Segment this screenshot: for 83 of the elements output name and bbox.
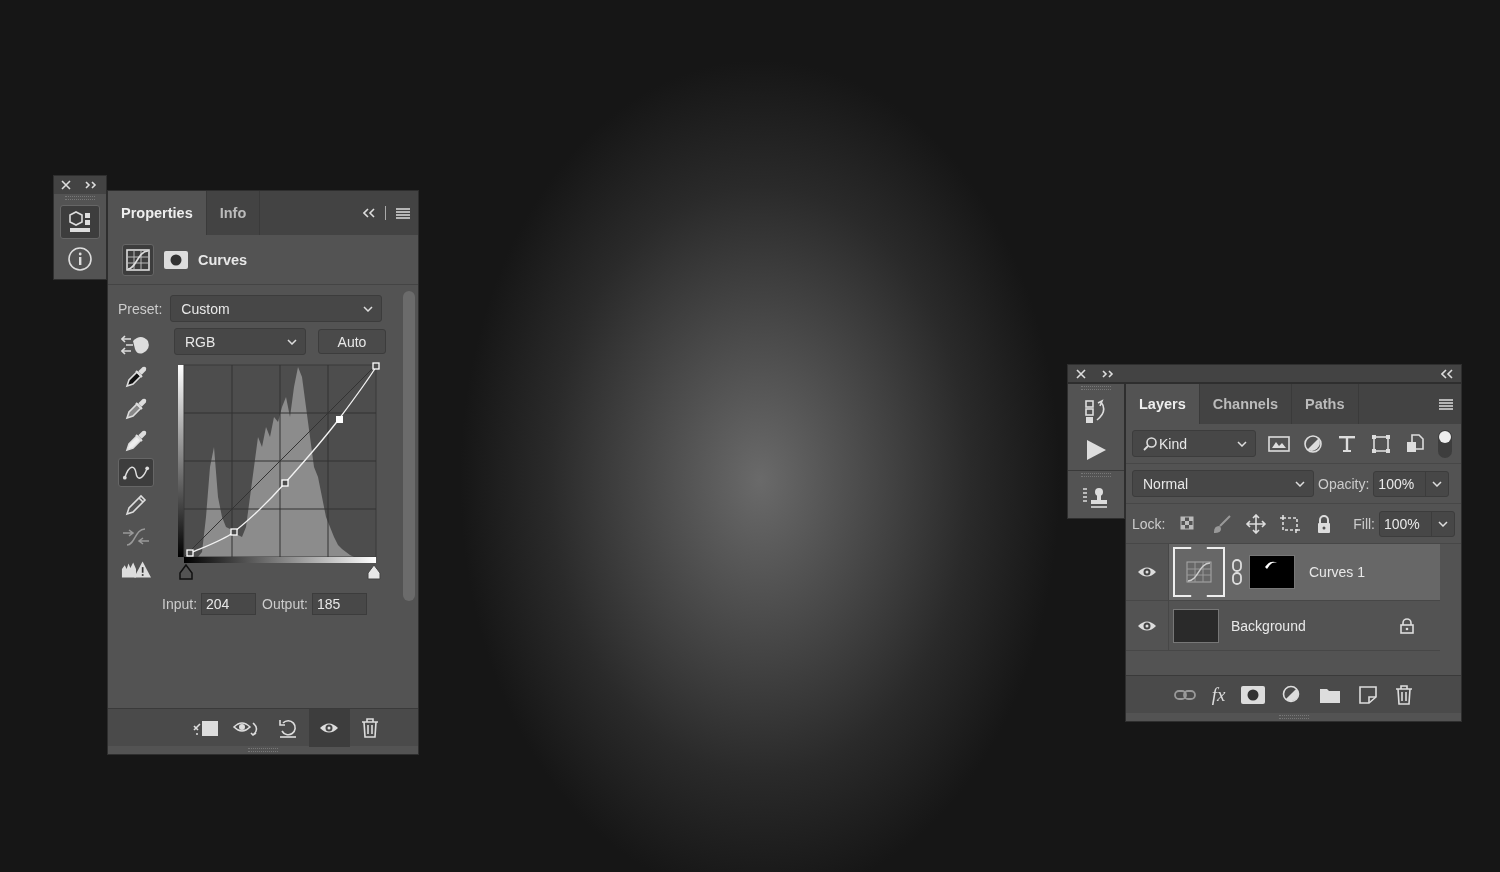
adjustment-icon[interactable] <box>1302 433 1324 454</box>
trash-icon[interactable] <box>1395 684 1414 705</box>
input-field[interactable]: 204 <box>201 593 257 615</box>
fill-field[interactable]: 100% <box>1379 510 1455 537</box>
opacity-field[interactable]: 100% <box>1373 470 1450 497</box>
pencil-icon[interactable] <box>124 492 148 517</box>
curves-adjustment-icon <box>1186 561 1212 583</box>
link-icon[interactable] <box>1173 688 1196 701</box>
input-slider-thumb[interactable] <box>179 563 193 580</box>
input-slider-thumb[interactable] <box>367 564 381 580</box>
footer-button[interactable] <box>308 709 350 747</box>
control-point[interactable] <box>281 479 289 487</box>
panel-tab[interactable]: Paths <box>1292 384 1359 424</box>
preset-label: Preset: <box>118 300 163 317</box>
layer-name: Curves 1 <box>1309 564 1366 580</box>
eyedropper-icon[interactable] <box>124 364 148 389</box>
close-icon[interactable] <box>1076 368 1086 379</box>
panel-title: Curves <box>198 251 248 268</box>
auto-button[interactable]: Auto <box>318 329 386 354</box>
shape-icon[interactable] <box>1370 433 1392 454</box>
caret-icon <box>287 338 297 345</box>
panel-tab[interactable]: Properties <box>108 191 207 235</box>
channel-dropdown[interactable]: RGB <box>174 328 306 355</box>
lock-icon[interactable] <box>1400 617 1414 634</box>
double-chevron-icon[interactable] <box>85 181 97 189</box>
dock-button[interactable] <box>60 205 100 239</box>
panel-tab[interactable]: Info <box>206 191 261 235</box>
panel-tab[interactable]: Layers <box>1126 384 1200 424</box>
smart-object-icon[interactable] <box>1404 433 1426 454</box>
input-label: Input: <box>162 596 198 612</box>
input-slider-track[interactable] <box>179 557 381 580</box>
stamp-icon[interactable] <box>1082 486 1110 510</box>
eye-icon[interactable] <box>319 721 339 735</box>
image-icon[interactable] <box>1268 433 1290 454</box>
panel-tab[interactable]: Channels <box>1199 384 1293 424</box>
blend-mode-dropdown[interactable]: Normal <box>1132 470 1314 497</box>
properties-icon[interactable] <box>67 209 93 235</box>
caret-icon <box>363 305 374 312</box>
caret-icon <box>1237 440 1247 447</box>
eye-icon[interactable] <box>1137 565 1157 579</box>
double-chevron-icon[interactable] <box>1102 369 1114 378</box>
filter-toggle[interactable] <box>1438 429 1452 458</box>
layer-row[interactable]: Background <box>1126 601 1440 651</box>
layer-name: Background <box>1231 617 1306 634</box>
mask-thumbnail[interactable] <box>1249 555 1295 589</box>
control-point[interactable] <box>230 528 238 536</box>
opacity-label: Opacity: <box>1318 475 1370 492</box>
trash-icon[interactable] <box>361 718 379 738</box>
fill-label: Fill: <box>1353 515 1375 532</box>
menu-icon[interactable] <box>1439 398 1453 410</box>
filter-dropdown[interactable]: Kind <box>1132 430 1256 457</box>
mask-icon[interactable] <box>164 250 188 269</box>
scrollbar[interactable] <box>403 291 415 601</box>
caret-icon <box>1295 480 1305 487</box>
output-field[interactable]: 185 <box>311 593 367 615</box>
mask-icon[interactable] <box>1241 685 1266 704</box>
control-point[interactable] <box>372 362 380 370</box>
preset-dropdown[interactable]: Custom <box>170 295 383 322</box>
fx-button[interactable]: fx <box>1211 683 1226 706</box>
photo-placeholder[interactable] <box>1173 608 1219 643</box>
double-chevron-icon[interactable] <box>1441 368 1453 379</box>
clip-to-layer-icon[interactable] <box>192 718 220 738</box>
brush-icon[interactable] <box>1211 513 1234 534</box>
caret-icon <box>1438 520 1448 527</box>
move-icon[interactable] <box>1245 513 1268 534</box>
control-point[interactable] <box>186 549 194 557</box>
crescent-icon <box>1265 559 1277 569</box>
adjustment-thumbnail[interactable] <box>1173 547 1225 597</box>
artboard-icon[interactable] <box>1279 513 1302 534</box>
new-layer-icon[interactable] <box>1357 684 1380 705</box>
type-icon[interactable] <box>1336 433 1358 454</box>
eyedropper-icon[interactable] <box>124 428 148 453</box>
reset-icon[interactable] <box>277 717 299 739</box>
menu-icon[interactable] <box>396 207 410 219</box>
close-icon[interactable] <box>61 180 71 190</box>
info-icon[interactable] <box>67 246 93 272</box>
search-icon <box>1143 436 1157 451</box>
lock-label: Lock: <box>1132 515 1166 532</box>
play-icon[interactable] <box>1085 439 1107 461</box>
caret-icon <box>1432 480 1443 487</box>
double-chevron-icon[interactable] <box>363 208 375 218</box>
output-label: Output: <box>262 596 308 612</box>
chain-link-icon[interactable] <box>1231 559 1243 585</box>
